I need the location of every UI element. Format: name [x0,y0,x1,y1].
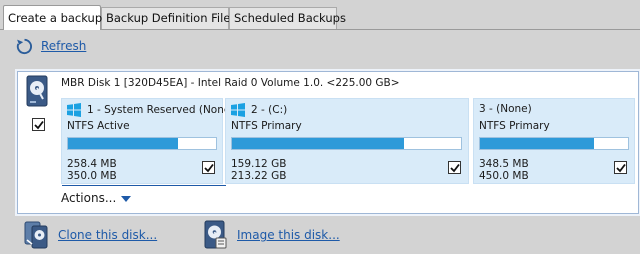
disk-panel: MBR Disk 1 [320D45EA] - Intel Raid 0 Vol… [17,71,639,214]
clone-disk-icon [24,221,48,249]
selection-underline [62,185,226,186]
refresh-button[interactable]: Refresh [15,36,86,56]
image-disk-icon [204,220,227,249]
partition-checkbox[interactable] [202,161,215,176]
partition-usage-bar [67,137,217,150]
actions-label[interactable]: Actions... [61,191,116,205]
image-disk-link[interactable]: Image this disk... [202,220,340,250]
partition-checkbox-box[interactable] [202,161,215,174]
partition-card-2[interactable]: 2 - (C:) NTFS Primary 159.12 GB 213.22 G… [225,98,469,184]
hard-disk-icon [26,75,48,107]
partition-filesystem: NTFS Primary [231,120,302,132]
partition-name: 3 - (None) [479,103,532,115]
partition-total-size: 450.0 MB [479,170,529,182]
partition-filesystem: NTFS Primary [479,120,550,132]
windows-logo-icon [231,103,245,117]
partition-used-size: 159.12 GB [231,158,287,170]
partition-usage-fill [68,138,178,149]
tab-bar: Create a backup Backup Definition Files … [0,0,640,30]
partition-checkbox[interactable] [448,161,461,176]
refresh-label[interactable]: Refresh [41,39,86,53]
windows-logo-icon [67,103,81,117]
refresh-icon [16,38,33,54]
image-disk-label[interactable]: Image this disk... [237,228,340,242]
partition-checkbox-box[interactable] [448,161,461,174]
partition-usage-bar [231,137,462,150]
partition-total-size: 350.0 MB [67,170,117,182]
partition-card-1[interactable]: 1 - System Reserved (None) NTFS Active 2… [61,98,234,184]
partition-usage-fill [480,138,594,149]
actions-menu-button[interactable]: Actions... [61,191,132,205]
check-icon [615,163,626,172]
tab-backup-definition-files[interactable]: Backup Definition Files [101,7,236,29]
check-icon [203,163,214,172]
clone-disk-link[interactable]: Clone this disk... [23,220,157,250]
partition-usage-fill [232,138,404,149]
check-icon [33,120,44,129]
tab-scheduled-backups[interactable]: Scheduled Backups [229,7,346,29]
check-icon [449,163,460,172]
clone-disk-label[interactable]: Clone this disk... [58,228,157,242]
partition-used-size: 258.4 MB [67,158,117,170]
partition-checkbox[interactable] [614,161,627,176]
disk-checkbox[interactable] [32,118,45,133]
partition-used-size: 348.5 MB [479,158,529,170]
chevron-down-icon [121,196,132,202]
partition-filesystem: NTFS Active [67,120,130,132]
partition-name: 2 - (C:) [251,104,288,116]
partition-total-size: 213.22 GB [231,170,287,182]
partition-title-row: 3 - (None) [479,103,532,115]
partition-name: 1 - System Reserved (None) [87,104,235,116]
tab-create-backup[interactable]: Create a backup [3,5,102,30]
main-content: Refresh MBR Disk 1 [320D45EA] - Intel Ra… [0,30,640,254]
partition-card-3[interactable]: 3 - (None) NTFS Primary 348.5 MB 450.0 M… [473,98,635,184]
disk-checkbox-box[interactable] [32,118,45,131]
partition-title-row: 1 - System Reserved (None) [67,103,234,117]
partition-checkbox-box[interactable] [614,161,627,174]
partition-usage-bar [479,137,629,150]
partition-title-row: 2 - (C:) [231,103,287,117]
disk-title: MBR Disk 1 [320D45EA] - Intel Raid 0 Vol… [61,77,400,89]
